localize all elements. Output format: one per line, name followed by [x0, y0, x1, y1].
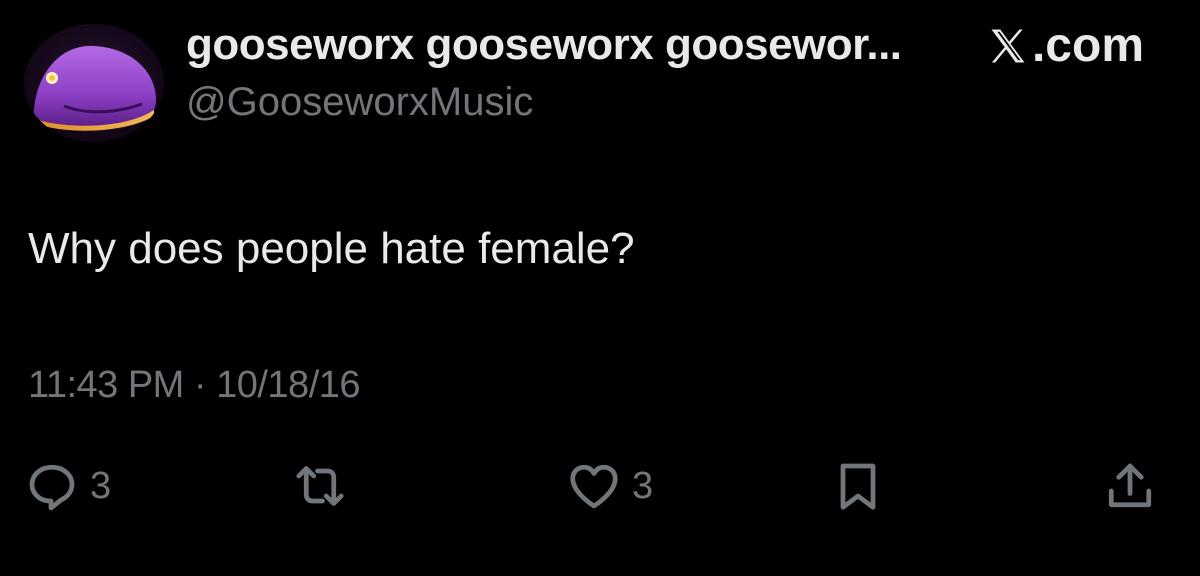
like-button[interactable]: 3 [564, 456, 653, 516]
reply-button[interactable]: 3 [22, 456, 111, 516]
user-handle[interactable]: @GooseworxMusic [186, 80, 533, 125]
share-button[interactable] [1100, 456, 1160, 516]
like-count: 3 [632, 464, 654, 507]
tweet-timestamp[interactable]: 11:43 PM · 10/18/16 [28, 364, 361, 407]
bookmark-icon [840, 463, 876, 510]
x-logo-icon [991, 29, 1025, 62]
retweet-icon [296, 466, 344, 506]
display-name[interactable]: gooseworx gooseworx goosewor... [186, 20, 902, 70]
avatar[interactable] [24, 24, 164, 142]
purple-whale-avatar-icon [24, 24, 164, 142]
brand-watermark: .com [986, 18, 1144, 73]
share-icon [1108, 463, 1152, 508]
heart-icon [570, 464, 618, 509]
tweet-text: Why does people hate female? [28, 224, 635, 273]
brand-suffix: .com [1031, 19, 1144, 72]
bookmark-button[interactable] [828, 456, 888, 516]
reply-count: 3 [90, 464, 112, 507]
retweet-button[interactable] [290, 456, 350, 516]
reply-icon [29, 464, 75, 511]
